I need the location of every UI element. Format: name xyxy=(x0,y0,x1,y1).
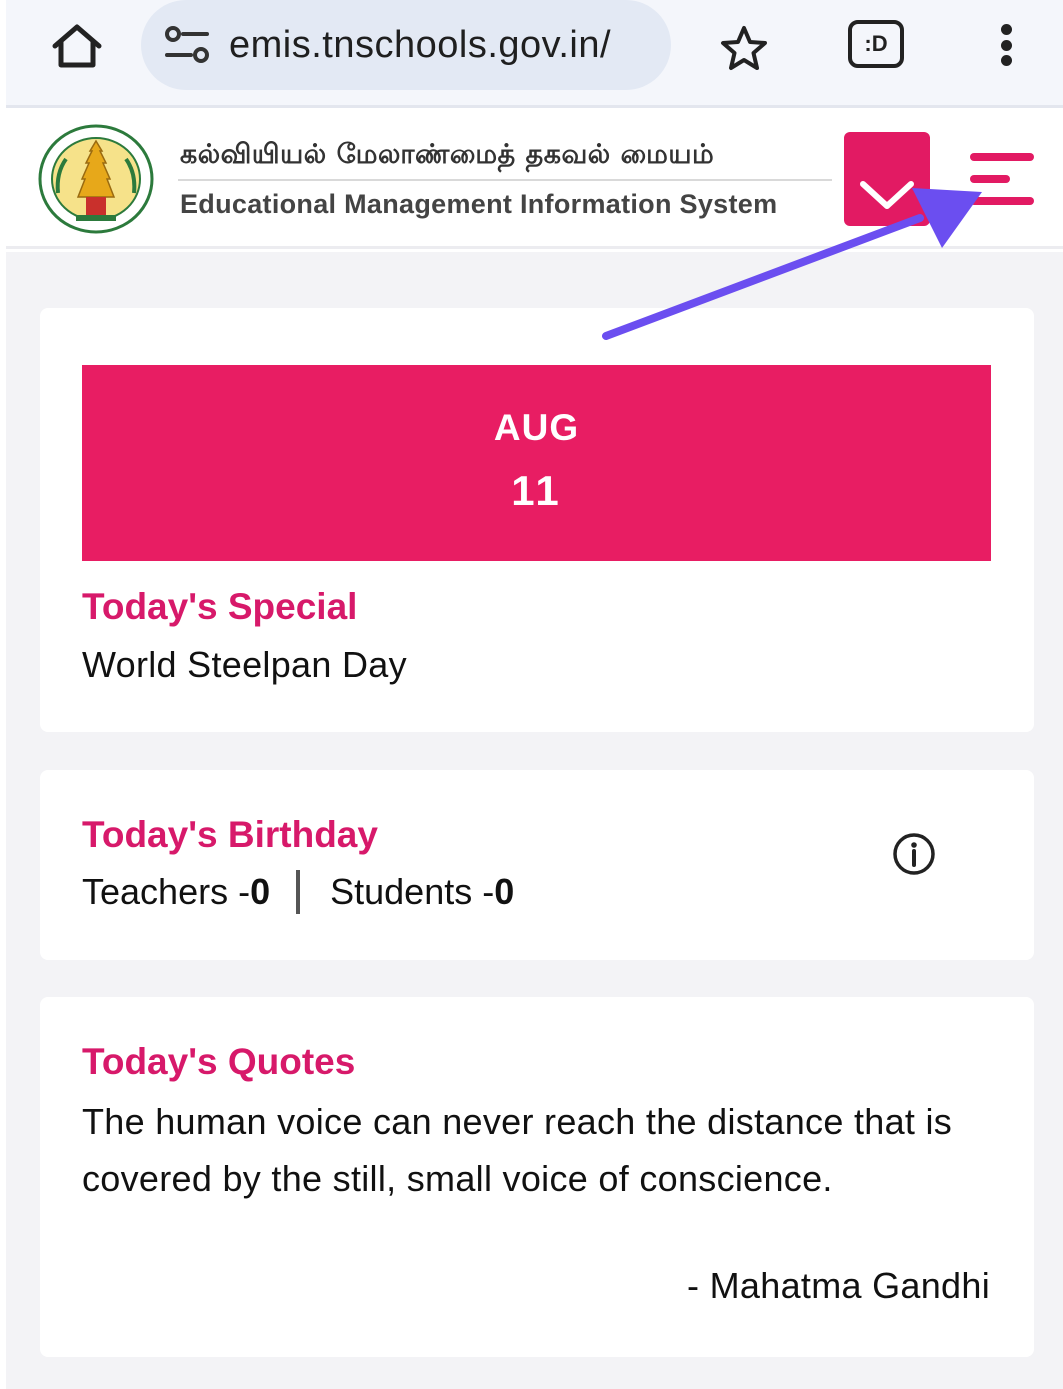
quote-author: - Mahatma Gandhi xyxy=(687,1265,990,1306)
date-month: AUG xyxy=(493,407,580,448)
students-count: 0 xyxy=(494,871,515,912)
teachers-label: Teachers - xyxy=(82,871,251,912)
menu-dot xyxy=(1000,24,1012,35)
menu-dot xyxy=(1000,39,1012,51)
teachers-count: 0 xyxy=(250,871,271,912)
date-day: 11 xyxy=(511,467,562,514)
url-text[interactable]: emis.tnschools.gov.in/ xyxy=(229,24,659,67)
star-icon xyxy=(721,26,767,70)
date-banner: AUG 11 xyxy=(82,365,991,561)
quotes-card: Today's Quotes The human voice can never… xyxy=(40,997,1034,1357)
home-icon xyxy=(52,24,102,68)
birthday-counts: Teachers - 0 Students - 0 xyxy=(82,870,514,914)
more-vert-icon[interactable] xyxy=(986,20,1026,70)
address-bar[interactable]: emis.tnschools.gov.in/ xyxy=(141,0,671,90)
quotes-heading: Today's Quotes xyxy=(82,1041,356,1082)
count-divider xyxy=(296,870,301,914)
site-title-tamil: கல்வியியல் மேலாண்மைத் தகவல் மையம் xyxy=(180,139,715,170)
menu-dot xyxy=(1000,55,1012,66)
home-button[interactable] xyxy=(44,18,110,74)
tab-switcher-icon[interactable]: :D xyxy=(848,20,904,68)
birthday-card: Today's Birthday Teachers - 0 Students -… xyxy=(40,770,1034,960)
tab-badge: :D xyxy=(864,31,888,56)
browser-toolbar: emis.tnschools.gov.in/ :D xyxy=(6,0,1063,108)
students-label: Students - xyxy=(330,871,495,912)
birthday-heading: Today's Birthday xyxy=(82,814,378,855)
main-content: AUG 11 Today's Special World Steelpan Da… xyxy=(6,252,1063,1389)
special-heading: Today's Special xyxy=(82,586,358,627)
special-text: World Steelpan Day xyxy=(82,644,407,685)
bookmark-button[interactable] xyxy=(714,22,774,74)
info-icon[interactable] xyxy=(892,832,936,876)
special-card: AUG 11 Today's Special World Steelpan Da… xyxy=(40,308,1034,732)
site-settings-icon[interactable] xyxy=(163,25,211,65)
emblem-logo[interactable] xyxy=(36,123,156,235)
annotation-arrow xyxy=(602,188,982,340)
quote-text: The human voice can never reach the dist… xyxy=(82,1101,953,1199)
